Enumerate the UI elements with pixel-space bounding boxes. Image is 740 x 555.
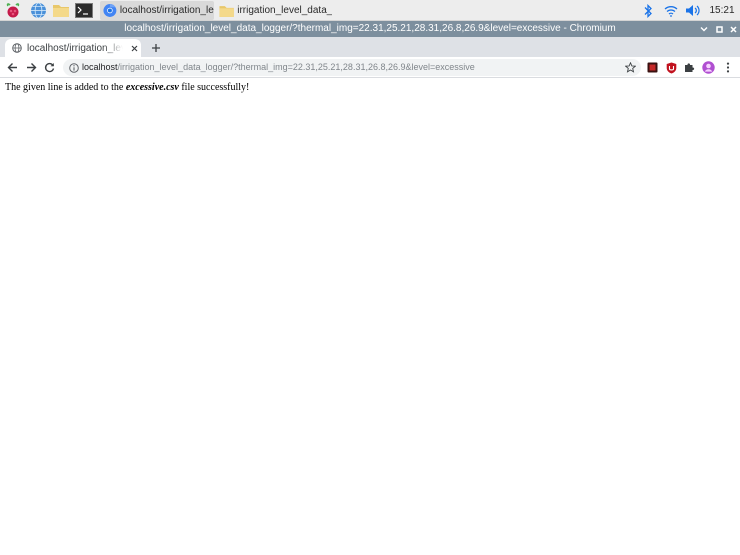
tab-strip: localhost/irrigation_level_data_logger/ bbox=[0, 37, 740, 57]
volume-icon[interactable] bbox=[684, 1, 702, 20]
taskbar-task-file-manager[interactable]: irrigation_level_data_l... bbox=[216, 1, 332, 20]
window-titlebar[interactable]: localhost/irrigation_level_data_logger/?… bbox=[0, 21, 740, 37]
browser-tab[interactable]: localhost/irrigation_level_data_logger/ bbox=[5, 39, 141, 57]
url-path: /irrigation_level_data_logger/?thermal_i… bbox=[117, 62, 475, 72]
bookmark-star-icon[interactable] bbox=[624, 61, 637, 74]
taskbar-task-label: localhost/irrigation_le... bbox=[119, 5, 214, 16]
minimize-icon[interactable] bbox=[698, 23, 710, 35]
url-text[interactable]: localhost/irrigation_level_data_logger/?… bbox=[82, 59, 475, 76]
wifi-icon[interactable] bbox=[662, 1, 680, 20]
message-text-start: The given line is added to the bbox=[5, 82, 126, 93]
close-window-icon[interactable] bbox=[727, 23, 739, 35]
browser-toolbar: localhost/irrigation_level_data_logger/?… bbox=[0, 57, 740, 78]
window-title: localhost/irrigation_level_data_logger/?… bbox=[124, 23, 616, 34]
bluetooth-icon[interactable] bbox=[640, 1, 656, 20]
url-host: localhost bbox=[82, 62, 118, 72]
address-bar[interactable]: localhost/irrigation_level_data_logger/?… bbox=[63, 59, 641, 76]
page-content: The given line is added to the excessive… bbox=[0, 79, 740, 555]
file-manager-launcher-icon[interactable] bbox=[51, 1, 71, 20]
success-message: The given line is added to the excessive… bbox=[5, 82, 249, 93]
taskbar-task-chromium[interactable]: localhost/irrigation_le... bbox=[100, 1, 214, 20]
extension-dark-red-icon[interactable] bbox=[646, 61, 659, 74]
new-tab-plus-icon[interactable] bbox=[148, 40, 164, 56]
forward-arrow-icon[interactable] bbox=[24, 60, 39, 75]
os-taskbar: localhost/irrigation_le... irrigation_le… bbox=[0, 0, 740, 21]
reload-icon[interactable] bbox=[42, 60, 57, 75]
message-text-end: file successfully! bbox=[178, 82, 250, 93]
web-browser-launcher-icon[interactable] bbox=[28, 1, 48, 20]
profile-avatar-icon[interactable] bbox=[702, 61, 715, 74]
maximize-icon[interactable] bbox=[713, 23, 725, 35]
tab-title: localhost/irrigation_level_data_logger/ bbox=[27, 42, 123, 54]
back-arrow-icon[interactable] bbox=[5, 60, 20, 75]
clock[interactable]: 15:21 bbox=[706, 1, 738, 20]
kebab-menu-icon[interactable] bbox=[721, 61, 734, 74]
raspberry-pi-menu-icon[interactable] bbox=[3, 1, 23, 20]
site-info-icon[interactable] bbox=[68, 62, 79, 73]
chromium-icon bbox=[103, 4, 117, 17]
globe-favicon-icon bbox=[12, 43, 22, 53]
terminal-launcher-icon[interactable] bbox=[74, 1, 94, 20]
taskbar-task-label: irrigation_level_data_l... bbox=[237, 5, 332, 16]
ublock-shield-icon[interactable] bbox=[665, 61, 678, 74]
folder-icon bbox=[219, 5, 234, 17]
extensions-puzzle-icon[interactable] bbox=[683, 61, 696, 74]
close-tab-icon[interactable] bbox=[129, 43, 139, 53]
csv-filename: excessive.csv bbox=[125, 82, 179, 93]
